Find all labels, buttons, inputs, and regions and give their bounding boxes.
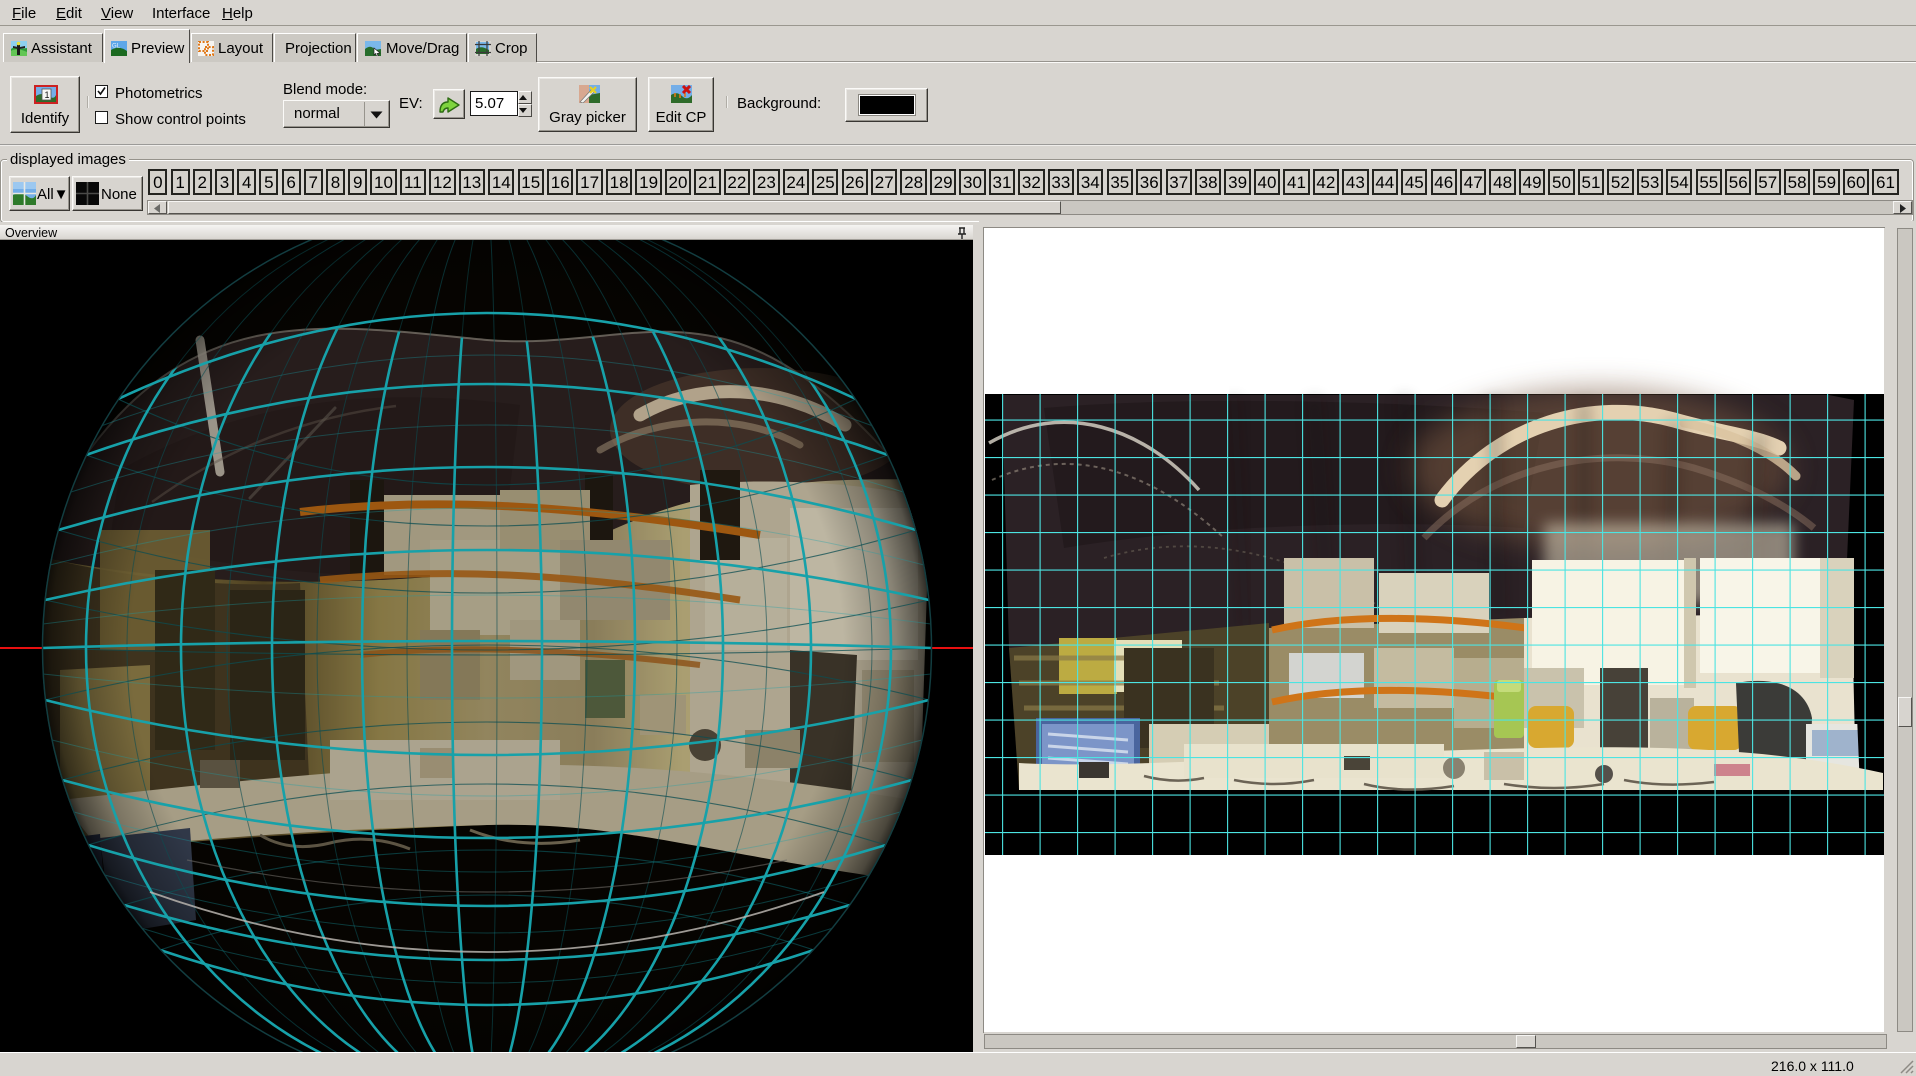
svg-text:GL: GL bbox=[112, 44, 121, 50]
svg-text:1: 1 bbox=[45, 90, 50, 100]
